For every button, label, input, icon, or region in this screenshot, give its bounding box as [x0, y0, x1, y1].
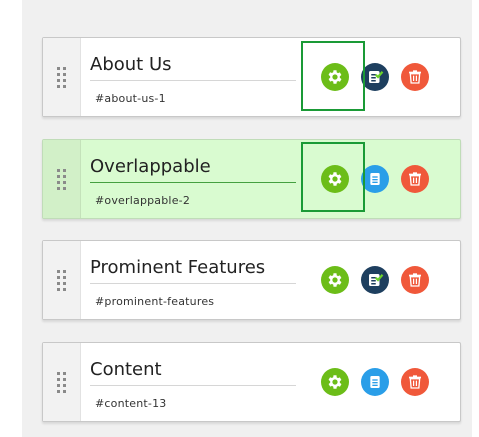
section-card-about-us: About Us #about-us-1 — [42, 37, 461, 117]
checklist-icon — [366, 271, 384, 289]
content-button[interactable] — [361, 368, 389, 396]
gear-icon — [326, 271, 344, 289]
gear-icon — [326, 170, 344, 188]
trash-icon — [407, 69, 423, 85]
delete-button[interactable] — [401, 63, 429, 91]
settings-button[interactable] — [321, 165, 349, 193]
section-title: Content — [90, 359, 296, 386]
gear-icon — [326, 373, 344, 391]
document-icon — [367, 171, 383, 187]
settings-button[interactable] — [321, 368, 349, 396]
settings-button[interactable] — [321, 63, 349, 91]
drag-handle[interactable] — [43, 140, 81, 218]
drag-handle-icon — [57, 269, 66, 291]
checklist-icon — [366, 68, 384, 86]
section-anchor: #content-13 — [95, 397, 167, 410]
settings-button[interactable] — [321, 266, 349, 294]
trash-icon — [407, 171, 423, 187]
gear-icon — [326, 68, 344, 86]
drag-handle[interactable] — [43, 343, 81, 421]
section-title: Overlappable — [90, 156, 296, 183]
document-icon — [367, 374, 383, 390]
section-card-content: Content #content-13 — [42, 342, 461, 422]
content-button[interactable] — [361, 266, 389, 294]
content-button[interactable] — [361, 63, 389, 91]
delete-button[interactable] — [401, 368, 429, 396]
section-card-overlappable: Overlappable #overlappable-2 — [42, 139, 461, 219]
section-title: Prominent Features — [90, 257, 296, 284]
section-title: About Us — [90, 54, 296, 81]
drag-handle[interactable] — [43, 38, 81, 116]
delete-button[interactable] — [401, 165, 429, 193]
drag-handle-icon — [57, 371, 66, 393]
trash-icon — [407, 272, 423, 288]
section-anchor: #prominent-features — [95, 295, 215, 308]
section-card-prominent-features: Prominent Features #prominent-features — [42, 240, 461, 320]
drag-handle[interactable] — [43, 241, 81, 319]
section-anchor: #about-us-1 — [95, 92, 166, 105]
section-anchor: #overlappable-2 — [95, 194, 191, 207]
trash-icon — [407, 374, 423, 390]
delete-button[interactable] — [401, 266, 429, 294]
content-button[interactable] — [361, 165, 389, 193]
drag-handle-icon — [57, 168, 66, 190]
drag-handle-icon — [57, 66, 66, 88]
